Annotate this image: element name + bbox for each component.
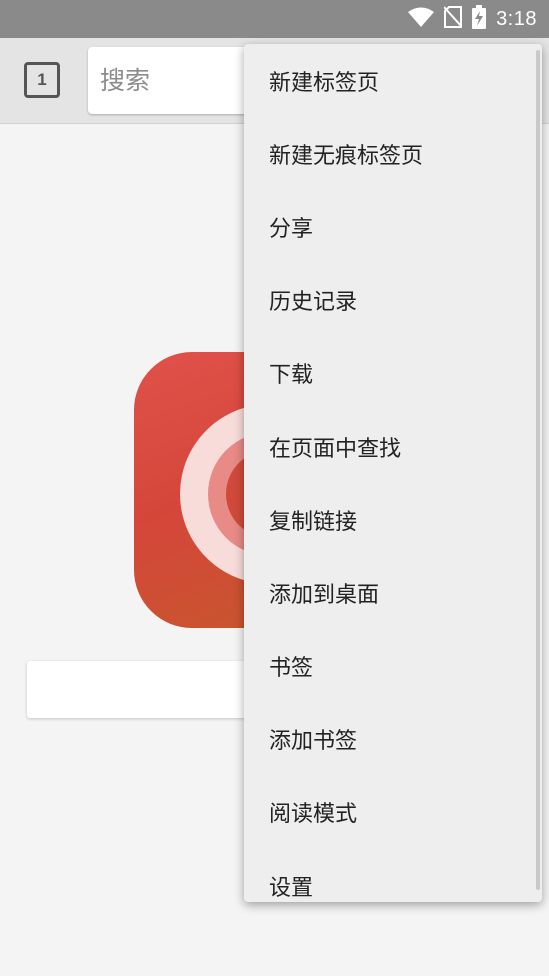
menu-item-copy-link[interactable]: 复制链接: [244, 483, 542, 556]
menu-item-new-tab[interactable]: 新建标签页: [244, 44, 542, 117]
menu-item-bookmarks[interactable]: 书签: [244, 630, 542, 703]
overflow-menu: 新建标签页 新建无痕标签页 分享 历史记录 下载 在页面中查找 复制链接 添加到…: [244, 44, 542, 902]
menu-item-downloads[interactable]: 下载: [244, 337, 542, 410]
menu-item-label: 新建标签页: [269, 70, 380, 96]
menu-item-label: 新建无痕标签页: [269, 143, 424, 169]
menu-item-reader-mode[interactable]: 阅读模式: [244, 776, 542, 849]
clock-time: 3:18: [496, 7, 537, 30]
menu-item-label: 复制链接: [269, 509, 358, 535]
tab-switcher-button[interactable]: 1: [24, 62, 60, 98]
menu-item-label: 阅读模式: [269, 802, 358, 828]
menu-item-label: 历史记录: [269, 290, 358, 316]
wifi-icon: [408, 7, 435, 31]
menu-item-settings[interactable]: 设置: [244, 849, 542, 902]
menu-scrollbar[interactable]: [536, 50, 540, 890]
status-icons: 3:18: [408, 0, 537, 38]
status-bar: 3:18: [0, 0, 549, 38]
battery-charging-icon: [472, 5, 487, 33]
menu-item-label: 下载: [269, 363, 314, 389]
menu-item-label: 设置: [269, 875, 314, 901]
menu-item-find-in-page[interactable]: 在页面中查找: [244, 410, 542, 483]
menu-item-label: 分享: [269, 216, 314, 242]
menu-item-label: 书签: [269, 656, 314, 682]
menu-item-label: 在页面中查找: [269, 436, 402, 462]
menu-item-add-bookmark[interactable]: 添加书签: [244, 703, 542, 776]
menu-item-add-to-home-screen[interactable]: 添加到桌面: [244, 556, 542, 629]
menu-item-new-incognito-tab[interactable]: 新建无痕标签页: [244, 117, 542, 190]
menu-item-label: 添加到桌面: [269, 582, 380, 608]
menu-item-history[interactable]: 历史记录: [244, 264, 542, 337]
menu-item-share[interactable]: 分享: [244, 190, 542, 263]
tab-count: 1: [37, 70, 47, 89]
no-sim-icon: [443, 6, 463, 32]
menu-item-label: 添加书签: [269, 729, 358, 755]
